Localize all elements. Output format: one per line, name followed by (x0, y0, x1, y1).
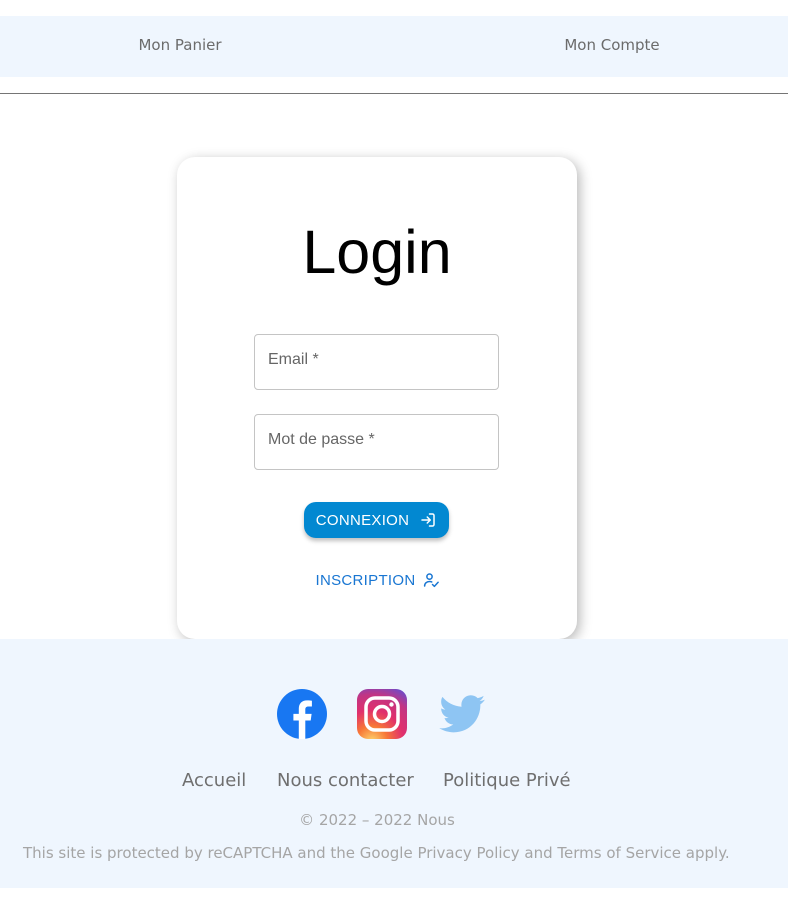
login-button-label: CONNEXION (315, 511, 410, 529)
facebook-icon[interactable] (277, 689, 327, 739)
login-icon (421, 513, 436, 527)
password-input[interactable] (255, 415, 498, 469)
email-field[interactable]: Email * (254, 334, 499, 390)
login-title: Login (302, 218, 452, 286)
copyright-text: © 2022 – 2022 Nous (299, 811, 455, 829)
nav-account-link[interactable]: Mon Compte (564, 16, 659, 77)
how-to-reg-icon (424, 573, 440, 588)
top-navigation: Mon Panier Mon Compte (0, 16, 788, 77)
signup-button[interactable]: INSCRIPTION (310, 566, 446, 594)
footer-link-contact[interactable]: Nous contacter (277, 770, 414, 791)
recaptcha-notice: This site is protected by reCAPTCHA and … (23, 844, 730, 862)
signup-button-label: INSCRIPTION (315, 571, 416, 589)
instagram-icon[interactable] (357, 689, 407, 739)
footer-link-privacy[interactable]: Politique Privé (443, 770, 571, 791)
nav-cart-link[interactable]: Mon Panier (138, 16, 221, 77)
login-button[interactable]: CONNEXION (304, 502, 449, 538)
email-input[interactable] (255, 335, 498, 389)
twitter-icon[interactable] (437, 689, 487, 739)
header-divider (0, 93, 788, 94)
password-field[interactable]: Mot de passe * (254, 414, 499, 470)
footer-link-home[interactable]: Accueil (182, 770, 246, 791)
